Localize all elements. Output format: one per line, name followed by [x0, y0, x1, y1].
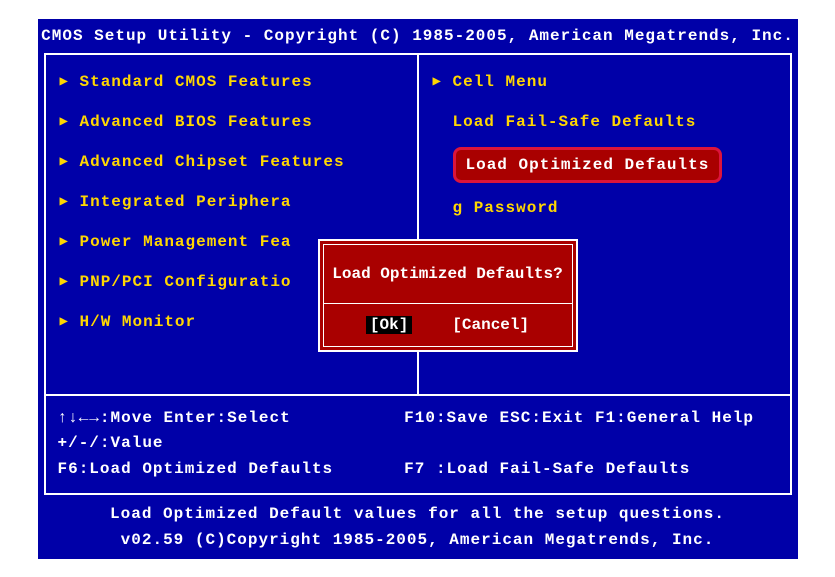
- dialog-button-row: [Ok] [Cancel]: [324, 304, 572, 346]
- submenu-arrow-icon: ▶: [60, 73, 72, 90]
- footer-help-bar: ↑↓←→:Move Enter:Select +/-/:Value F10:Sa…: [44, 394, 792, 495]
- menu-item-label: Advanced Chipset Features: [80, 153, 345, 171]
- menu-item-label: g Password: [453, 199, 559, 217]
- left-menu-item-0[interactable]: ▶ Standard CMOS Features: [60, 73, 409, 91]
- submenu-arrow-icon: ▶: [60, 153, 72, 170]
- dialog-message: Load Optimized Defaults?: [324, 245, 572, 304]
- menu-item-label: Integrated Periphera: [80, 193, 292, 211]
- copyright-line: v02.59 (C)Copyright 1985-2005, American …: [38, 527, 798, 559]
- help-line-2-right: F7 :Load Fail-Safe Defaults: [404, 457, 777, 483]
- help-line-1-left: ↑↓←→:Move Enter:Select +/-/:Value: [58, 406, 403, 457]
- ok-button[interactable]: [Ok]: [366, 316, 412, 334]
- submenu-arrow-icon: ▶: [60, 193, 72, 210]
- menu-item-label: H/W Monitor: [80, 313, 197, 331]
- left-menu-item-3[interactable]: ▶ Integrated Periphera: [60, 193, 409, 211]
- right-menu-item-0[interactable]: ▶ Cell Menu: [433, 73, 782, 91]
- footer-message: Load Optimized Default values for all th…: [38, 495, 798, 527]
- menu-item-label: Cell Menu: [453, 73, 548, 91]
- help-line-1-right: F10:Save ESC:Exit F1:General Help: [404, 406, 777, 457]
- confirm-dialog: Load Optimized Defaults? [Ok] [Cancel]: [318, 239, 578, 352]
- menu-item-label: PNP/PCI Configuratio: [80, 273, 292, 291]
- submenu-arrow-icon: ▶: [60, 233, 72, 250]
- menu-item-label: Advanced BIOS Features: [80, 113, 313, 131]
- menu-item-label: Load Fail-Safe Defaults: [453, 113, 697, 131]
- submenu-arrow-icon: ▶: [60, 113, 72, 130]
- menu-item-label: Power Management Fea: [80, 233, 292, 251]
- right-menu-item-1[interactable]: ▶Load Fail-Safe Defaults: [433, 113, 782, 131]
- header-title: CMOS Setup Utility - Copyright (C) 1985-…: [38, 19, 798, 53]
- cancel-button[interactable]: [Cancel]: [452, 316, 529, 334]
- right-menu-item-3[interactable]: ▶g Password: [433, 199, 782, 217]
- help-line-2-left: F6:Load Optimized Defaults: [58, 457, 403, 483]
- left-menu-item-2[interactable]: ▶ Advanced Chipset Features: [60, 153, 409, 171]
- submenu-arrow-icon: ▶: [60, 273, 72, 290]
- left-menu-item-1[interactable]: ▶ Advanced BIOS Features: [60, 113, 409, 131]
- submenu-arrow-icon: ▶: [433, 73, 445, 90]
- right-menu-item-2[interactable]: ▶Load Optimized Defaults: [433, 153, 782, 177]
- menu-item-label: Load Optimized Defaults: [453, 147, 723, 183]
- submenu-arrow-icon: ▶: [60, 313, 72, 330]
- menu-item-label: Standard CMOS Features: [80, 73, 313, 91]
- bios-setup-screen: CMOS Setup Utility - Copyright (C) 1985-…: [38, 19, 798, 559]
